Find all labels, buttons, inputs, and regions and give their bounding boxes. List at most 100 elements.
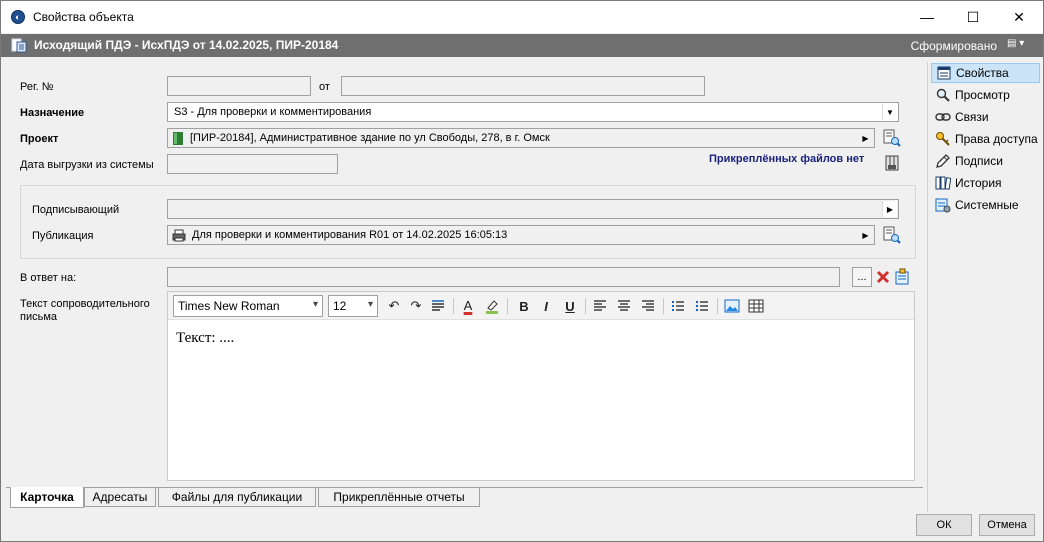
- select-document-button[interactable]: [893, 267, 913, 287]
- project-field[interactable]: [ПИР-20184], Административное здание по …: [167, 128, 875, 148]
- export-date-label: Дата выгрузки из системы: [20, 159, 154, 171]
- card-panel: Рег. № от Назначение S3 - Для проверки и…: [6, 62, 923, 488]
- publication-lookup-button[interactable]: [882, 225, 902, 245]
- bullet-list-icon[interactable]: [692, 296, 712, 316]
- in-reply-label: В ответ на:: [20, 272, 77, 284]
- system-icon: [935, 197, 951, 213]
- pen-icon: [935, 153, 951, 169]
- maximize-button[interactable]: ☐: [950, 1, 996, 33]
- publication-label: Публикация: [32, 230, 94, 242]
- underline-button[interactable]: U: [560, 296, 580, 316]
- in-reply-browse-button[interactable]: ...: [852, 267, 872, 287]
- purpose-select[interactable]: S3 - Для проверки и комментирования ▼: [167, 102, 899, 122]
- purpose-label: Назначение: [20, 107, 85, 119]
- font-family-select[interactable]: Times New Roman ▾: [173, 295, 323, 317]
- purpose-value: S3 - Для проверки и комментирования: [174, 106, 372, 118]
- insert-table-icon[interactable]: [746, 296, 766, 316]
- editor-toolbar: Times New Roman ▾ 12 ▾ ↶ ↷ A B I U: [168, 292, 914, 320]
- italic-button[interactable]: I: [536, 296, 556, 316]
- project-value: [ПИР-20184], Административное здание по …: [190, 132, 550, 144]
- sidebar-item-label: Системные: [955, 198, 1019, 212]
- format-list-icon[interactable]: [428, 296, 448, 316]
- export-date-field[interactable]: [167, 154, 338, 174]
- cancel-button[interactable]: Отмена: [979, 514, 1035, 536]
- close-button[interactable]: ✕: [996, 1, 1042, 33]
- delete-icon[interactable]: [873, 267, 893, 287]
- publication-field[interactable]: Для проверки и комментирования R01 от 14…: [167, 225, 875, 245]
- tab-attached-reports[interactable]: Прикреплённые отчеты: [318, 488, 480, 507]
- insert-image-icon[interactable]: [722, 296, 742, 316]
- undo-icon[interactable]: ↶: [384, 296, 404, 316]
- document-select-icon: [895, 268, 909, 285]
- bold-button[interactable]: B: [514, 296, 534, 316]
- cover-letter-editor[interactable]: Times New Roman ▾ 12 ▾ ↶ ↷ A B I U Текст…: [167, 291, 915, 481]
- cover-letter-label: Текст сопроводительного письма: [20, 298, 150, 323]
- align-center-icon[interactable]: [614, 296, 634, 316]
- highlight-icon[interactable]: [482, 296, 502, 316]
- project-book-icon: [173, 132, 183, 145]
- font-size-select[interactable]: 12 ▾: [328, 295, 378, 317]
- properties-icon: [936, 65, 952, 81]
- chevron-down-icon: ▾: [367, 299, 373, 310]
- sidebar-item-history[interactable]: История: [931, 173, 1040, 193]
- sidebar-item-signatures[interactable]: Подписи: [931, 151, 1040, 171]
- signer-field[interactable]: ▶: [167, 199, 899, 219]
- sidebar-item-label: Связи: [955, 110, 989, 124]
- redo-icon[interactable]: ↷: [406, 296, 426, 316]
- signer-group: [20, 185, 916, 259]
- ok-button[interactable]: ОК: [916, 514, 972, 536]
- lookup-icon: [883, 129, 901, 147]
- from-date-field[interactable]: [341, 76, 705, 96]
- minimize-button[interactable]: —: [904, 1, 950, 33]
- title-bar: ◐ Свойства объекта — ☐ ✕: [1, 1, 1043, 33]
- printer-icon: [172, 229, 186, 242]
- object-title: Исходящий ПДЭ - ИсхПДЭ от 14.02.2025, ПИ…: [34, 38, 339, 52]
- sidebar-item-label: Просмотр: [955, 88, 1010, 102]
- numbered-list-icon[interactable]: [668, 296, 688, 316]
- tab-card[interactable]: Карточка: [10, 487, 84, 508]
- header-menu-button[interactable]: ▤ ▾: [1007, 38, 1033, 53]
- tab-strip: Карточка Адресаты Файлы для публикации П…: [6, 487, 923, 509]
- window-title: Свойства объекта: [33, 10, 134, 24]
- publication-value: Для проверки и комментирования R01 от 14…: [192, 229, 508, 241]
- project-lookup-button[interactable]: [882, 128, 902, 148]
- sidebar-item-access-rights[interactable]: Права доступа: [931, 129, 1040, 149]
- project-label: Проект: [20, 133, 59, 145]
- chevron-down-icon[interactable]: ▼: [882, 104, 897, 120]
- chevron-right-icon[interactable]: ▶: [882, 201, 897, 217]
- reg-no-field[interactable]: [167, 76, 311, 96]
- attached-files-button[interactable]: [882, 153, 902, 173]
- sidebar-item-label: История: [955, 176, 1002, 190]
- sidebar: Свойства Просмотр Связи Права доступа По…: [927, 62, 1041, 512]
- sidebar-item-preview[interactable]: Просмотр: [931, 85, 1040, 105]
- sidebar-item-system[interactable]: Системные: [931, 195, 1040, 215]
- app-icon: ◐: [11, 10, 25, 24]
- reg-no-label: Рег. №: [20, 81, 54, 93]
- document-icon: [11, 38, 27, 53]
- object-header: Исходящий ПДЭ - ИсхПДЭ от 14.02.2025, ПИ…: [1, 34, 1043, 57]
- link-icon: [935, 109, 951, 125]
- from-label: от: [319, 81, 330, 93]
- books-icon: [935, 175, 951, 191]
- attached-files-link[interactable]: Прикреплённых файлов нет: [709, 153, 864, 165]
- key-icon: [935, 131, 951, 147]
- align-left-icon[interactable]: [590, 296, 610, 316]
- lookup-icon: [883, 226, 901, 244]
- chevron-right-icon[interactable]: ▶: [858, 227, 873, 243]
- signer-label: Подписывающий: [32, 204, 120, 216]
- chevron-right-icon[interactable]: ▶: [858, 130, 873, 146]
- in-reply-field[interactable]: [167, 267, 840, 287]
- sidebar-item-links[interactable]: Связи: [931, 107, 1040, 127]
- sidebar-item-properties[interactable]: Свойства: [931, 63, 1040, 83]
- tab-recipients[interactable]: Адресаты: [84, 488, 156, 507]
- properties-window: ◐ Свойства объекта — ☐ ✕ Исходящий ПДЭ -…: [0, 0, 1044, 542]
- tab-publication-files[interactable]: Файлы для публикации: [158, 488, 316, 507]
- magnifier-icon: [935, 87, 951, 103]
- font-color-icon[interactable]: A: [458, 296, 478, 316]
- editor-text[interactable]: Текст: ....: [176, 330, 234, 347]
- sidebar-item-label: Свойства: [956, 66, 1009, 80]
- align-right-icon[interactable]: [638, 296, 658, 316]
- chevron-down-icon: ▾: [312, 299, 318, 310]
- sidebar-item-label: Подписи: [955, 154, 1003, 168]
- archive-icon: [885, 155, 899, 171]
